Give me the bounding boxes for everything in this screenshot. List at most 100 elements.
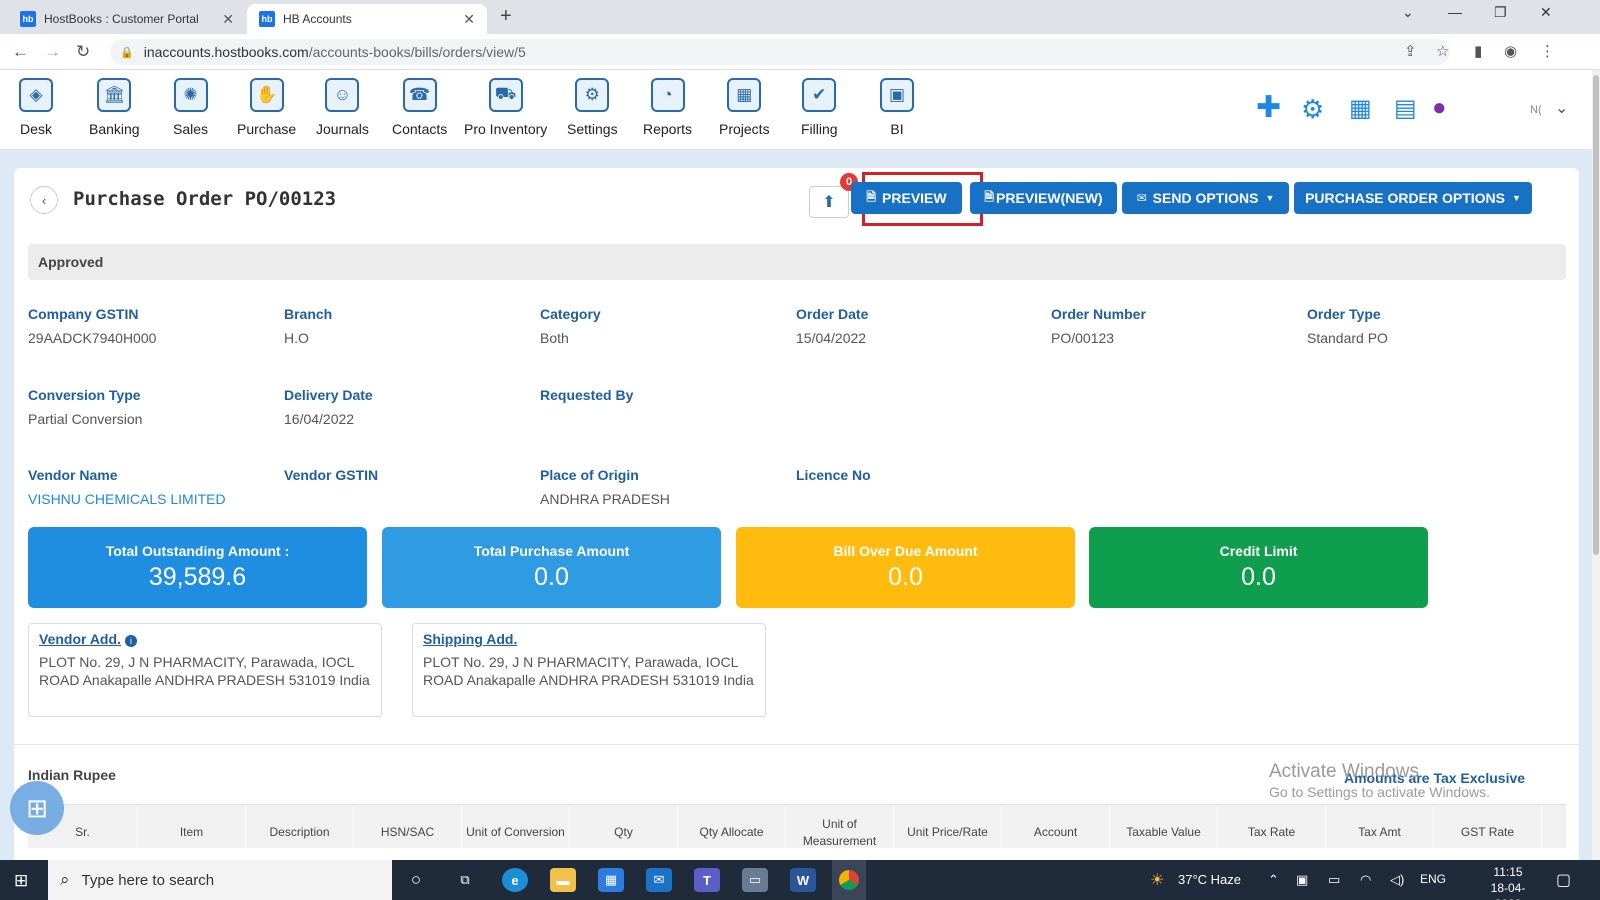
tab-search-chevron-icon[interactable]: ⌄	[1402, 4, 1414, 21]
tab-hb-accounts[interactable]: hb HB Accounts ✕	[247, 4, 487, 34]
taskbar-search-input[interactable]: ⌕ Type here to search	[48, 860, 392, 900]
column-header: Qty	[570, 805, 678, 848]
module-label: Filling	[801, 121, 838, 137]
calculator-icon[interactable]: ▦	[1349, 94, 1372, 123]
stat-label: Total Purchase Amount	[473, 543, 630, 559]
status-banner: Approved	[28, 244, 1566, 280]
column-header: GST Rate	[1434, 805, 1542, 848]
task-view-icon[interactable]: ⧉	[452, 868, 478, 892]
field-label: Category	[540, 306, 601, 322]
module-label: Pro Inventory	[464, 121, 548, 137]
envelope-icon: ✉	[1136, 191, 1147, 205]
window-close-icon[interactable]: ✕	[1540, 4, 1552, 21]
desk-icon: ◈	[19, 78, 53, 112]
url-field[interactable]: 🔒 inaccounts.hostbooks.com/accounts-book…	[110, 39, 1450, 65]
windows-start-icon[interactable]: ⊞	[14, 871, 28, 891]
user-name[interactable]: N(	[1530, 104, 1542, 116]
close-icon[interactable]: ✕	[222, 11, 234, 28]
page-scrollbar[interactable]	[1592, 70, 1600, 860]
notifications-icon[interactable]: ▢	[1556, 870, 1571, 890]
send-options-button[interactable]: ✉ SEND OPTIONS ▼	[1122, 182, 1289, 214]
forward-arrow-icon[interactable]: →	[44, 42, 61, 62]
module-sales[interactable]: ✺ Sales	[173, 78, 208, 137]
stat-value: 0.0	[888, 563, 923, 591]
word-icon[interactable]: W	[790, 868, 816, 892]
module-purchase[interactable]: ✋ Purchase	[237, 78, 296, 137]
purchase-order-card: ‹ Purchase Order PO/00123 ⬆ 0 🗎 PREVIEW 🗎…	[14, 168, 1579, 868]
module-contacts[interactable]: ☎ Contacts	[392, 78, 447, 137]
preview-new-button[interactable]: 🗎 PREVIEW(NEW)	[970, 182, 1117, 214]
weather-sun-icon[interactable]: ☀	[1150, 870, 1164, 890]
add-plus-icon[interactable]: ✚	[1256, 90, 1281, 125]
profile-avatar-icon[interactable]: ◉	[1504, 42, 1517, 60]
document-icon[interactable]: ▤	[1394, 94, 1417, 123]
column-header: Unit of Conversion	[462, 805, 570, 848]
share-icon[interactable]: ⇪	[1404, 42, 1417, 60]
cortana-circle-icon[interactable]: ○	[403, 868, 429, 892]
minimize-icon[interactable]: —	[1448, 4, 1462, 20]
new-tab-plus-icon[interactable]: +	[500, 5, 512, 28]
side-panel-icon[interactable]: ▮	[1474, 42, 1482, 60]
info-icon[interactable]: i	[124, 634, 137, 647]
field-label: Order Date	[796, 306, 869, 322]
field-vendor-name: Vendor Name VISHNU CHEMICALS LIMITED	[28, 467, 226, 507]
star-icon[interactable]: ☆	[1436, 42, 1449, 60]
new-badge-icon[interactable]: ●	[1432, 94, 1447, 122]
language-indicator[interactable]: ENG	[1420, 872, 1446, 886]
module-desk[interactable]: ◈ Desk	[19, 78, 53, 137]
browser-tab-bar: hb HostBooks : Customer Portal ✕ hb HB A…	[0, 0, 1600, 34]
preview-new-label: PREVIEW(NEW)	[996, 190, 1103, 206]
browser-address-bar: ← → ↻ 🔒 inaccounts.hostbooks.com/account…	[0, 34, 1600, 70]
vendor-name-link[interactable]: VISHNU CHEMICALS LIMITED	[28, 491, 226, 507]
field-label: Order Type	[1307, 306, 1381, 322]
shipping-address-link[interactable]: Shipping Add.	[423, 631, 517, 647]
apps-grid-fab-button[interactable]: ⊞	[10, 781, 64, 835]
module-label: Desk	[20, 121, 52, 137]
taskbar-clock[interactable]: 11:15 18-04-2022	[1478, 864, 1538, 900]
purchase-order-options-button[interactable]: PURCHASE ORDER OPTIONS ▼	[1294, 182, 1532, 214]
store-icon[interactable]: ▦	[598, 868, 624, 892]
mail-icon[interactable]: ✉	[646, 868, 672, 892]
edge-browser-icon[interactable]: e	[502, 868, 528, 892]
weather-text[interactable]: 37°C Haze	[1178, 872, 1241, 887]
stat-total-outstanding: Total Outstanding Amount : 39,589.6	[28, 527, 367, 608]
field-label: Licence No	[796, 467, 871, 483]
remote-desktop-icon[interactable]: ▭	[742, 868, 768, 892]
attachment-button[interactable]: ⬆	[809, 186, 849, 218]
module-banking[interactable]: 🏛 Banking	[89, 78, 140, 137]
scrollbar-thumb[interactable]	[1593, 75, 1599, 555]
module-label: Contacts	[392, 121, 448, 137]
device-icon[interactable]: ▣	[1296, 872, 1308, 888]
wifi-icon[interactable]: ◠	[1360, 872, 1371, 888]
stat-label: Total Outstanding Amount :	[105, 543, 290, 559]
field-order-number: Order Number PO/00123	[1051, 306, 1146, 346]
chrome-icon[interactable]	[832, 860, 866, 900]
vendor-address-link[interactable]: Vendor Add.	[39, 631, 121, 647]
field-value: 29AADCK7940H000	[28, 330, 157, 346]
reload-icon[interactable]: ↻	[76, 42, 90, 62]
teams-icon[interactable]: T	[694, 868, 720, 892]
chevron-up-icon[interactable]: ⌃	[1268, 872, 1279, 888]
module-projects[interactable]: ▦ Projects	[719, 78, 770, 137]
restore-icon[interactable]: ❐	[1494, 4, 1507, 21]
module-filling[interactable]: ✔ Filling	[801, 78, 838, 137]
gear-icon[interactable]: ⚙	[1301, 94, 1324, 125]
back-arrow-icon[interactable]: ←	[12, 42, 29, 62]
module-bi[interactable]: ▣ BI	[880, 78, 914, 137]
module-reports[interactable]: ◔ Reports	[643, 78, 692, 137]
browser-menu-icon[interactable]: ⋮	[1540, 42, 1555, 60]
activate-windows-watermark: Activate Windows Go to Settings to activ…	[1269, 761, 1490, 800]
chevron-down-icon[interactable]: ⌄	[1555, 98, 1568, 118]
tab-customer-portal[interactable]: hb HostBooks : Customer Portal ✕	[8, 4, 246, 34]
search-placeholder: Type here to search	[81, 871, 215, 889]
battery-icon[interactable]: ▭	[1328, 872, 1340, 888]
preview-button[interactable]: 🗎 PREVIEW	[851, 182, 962, 214]
close-icon[interactable]: ✕	[463, 11, 475, 28]
volume-icon[interactable]: ◁)	[1390, 872, 1404, 888]
module-pro-inventory[interactable]: ⛟ Pro Inventory	[464, 78, 547, 137]
back-button[interactable]: ‹	[30, 186, 58, 214]
module-settings[interactable]: ⚙ Settings	[567, 78, 618, 137]
sales-icon: ✺	[173, 78, 208, 112]
module-journals[interactable]: ☺ Journals	[316, 78, 369, 137]
file-explorer-icon[interactable]: ▬	[550, 868, 576, 892]
